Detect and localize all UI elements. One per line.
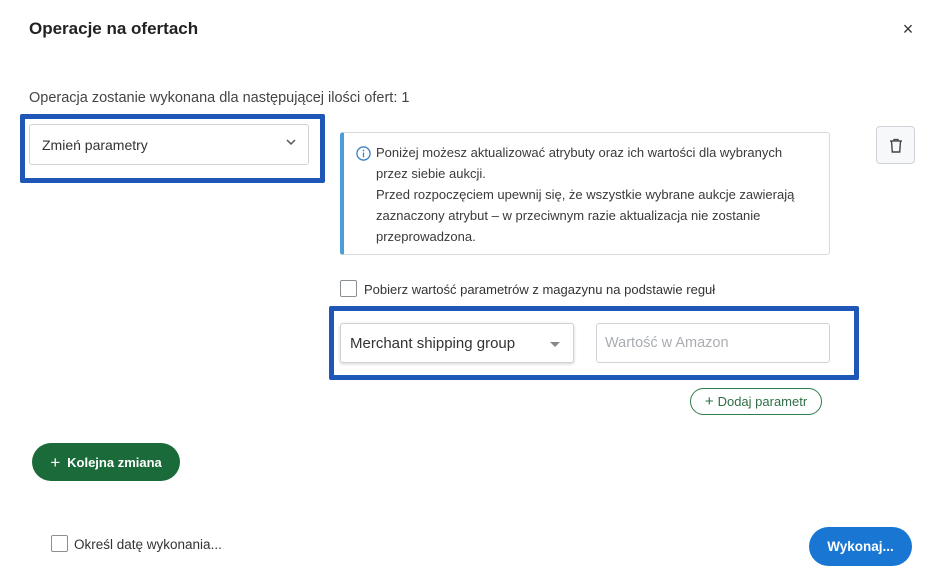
next-change-button[interactable]: + Kolejna zmiana xyxy=(32,443,180,481)
add-parameter-button[interactable]: + Dodaj parametr xyxy=(690,388,822,415)
stock-rules-checkbox[interactable] xyxy=(340,280,357,297)
offer-count-text: Operacja zostanie wykonana dla następują… xyxy=(29,90,410,106)
info-icon xyxy=(356,146,371,161)
chevron-down-icon xyxy=(286,139,296,146)
parameter-select-value: Merchant shipping group xyxy=(350,335,516,352)
schedule-date-checkbox[interactable] xyxy=(51,535,68,552)
trash-icon xyxy=(890,138,902,153)
dialog-title: Operacje na ofertach xyxy=(29,19,199,38)
info-box: Poniżej możesz aktualizować atrybuty ora… xyxy=(340,132,830,255)
plus-icon: + xyxy=(50,452,61,472)
info-line-2: Przed rozpoczęciem upewnij się, że wszys… xyxy=(376,187,795,244)
close-icon[interactable]: × xyxy=(899,19,917,39)
execute-button[interactable]: Wykonaj... xyxy=(809,527,912,566)
operation-select[interactable]: Zmień parametry xyxy=(29,124,309,165)
info-text: Poniżej możesz aktualizować atrybuty ora… xyxy=(376,142,816,247)
delete-change-button[interactable] xyxy=(876,126,915,164)
plus-icon: + xyxy=(704,393,714,410)
add-parameter-label: Dodaj parametr xyxy=(717,394,808,409)
next-change-label: Kolejna zmiana xyxy=(67,454,162,470)
info-line-1: Poniżej możesz aktualizować atrybuty ora… xyxy=(376,145,783,181)
parameter-select[interactable]: Merchant shipping group xyxy=(340,323,574,363)
dropdown-arrow-icon xyxy=(550,342,560,347)
operation-select-value: Zmień parametry xyxy=(42,137,148,153)
schedule-date-label: Określ datę wykonania... xyxy=(74,537,222,552)
parameter-value-input[interactable] xyxy=(596,323,830,363)
operations-dialog: Operacje na ofertach × Operacja zostanie… xyxy=(0,0,942,576)
stock-rules-label: Pobierz wartość parametrów z magazynu na… xyxy=(364,282,716,297)
